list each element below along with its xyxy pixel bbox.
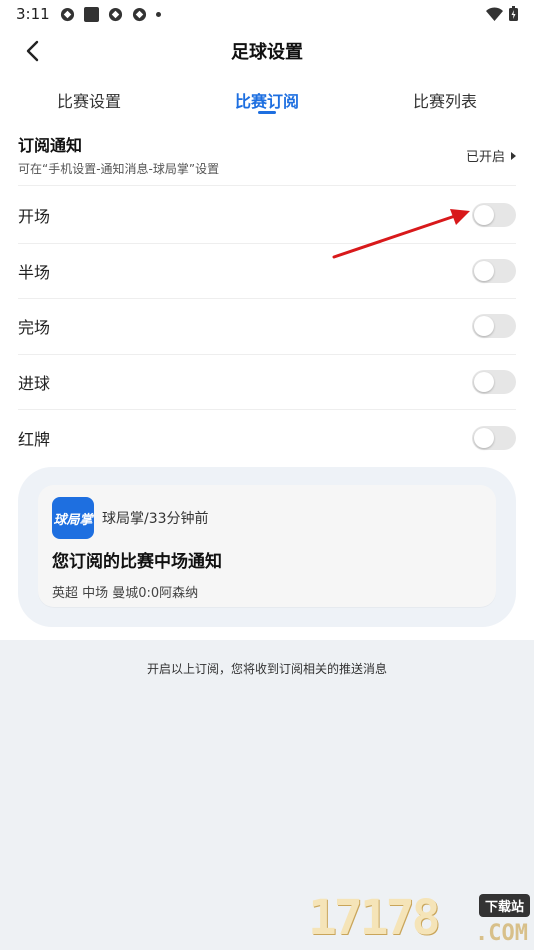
event-row-kickoff: 开场 — [18, 188, 516, 244]
event-toggle-list: 开场 半场 完场 进球 红牌 — [18, 188, 516, 466]
event-label: 半场 — [18, 262, 51, 282]
page-title: 足球设置 — [231, 42, 303, 63]
tab-bar: 比赛设置 比赛订阅 比赛列表 — [0, 80, 534, 120]
toggle-knob — [474, 316, 494, 337]
status-bar: 3:11 — [0, 0, 534, 28]
red-card-toggle[interactable] — [472, 426, 516, 451]
watermark-number: 17178 — [308, 890, 440, 946]
notification-app-icon — [108, 7, 122, 21]
wifi-icon — [486, 6, 503, 21]
battery-icon — [509, 6, 518, 21]
subscription-title: 订阅通知 — [18, 136, 83, 155]
toggle-knob — [474, 372, 494, 393]
notification-app-icon — [60, 7, 74, 21]
notification-body: 英超 中场 曼城0:0阿森纳 — [52, 586, 199, 601]
more-notifications-dot — [155, 11, 161, 17]
tab-match-subscription[interactable]: 比赛订阅 — [178, 80, 356, 120]
toggle-knob — [474, 428, 494, 449]
toggle-knob — [474, 205, 494, 226]
top-nav-bar: 足球设置 — [0, 28, 534, 74]
goal-toggle[interactable] — [472, 370, 516, 395]
event-label: 红牌 — [18, 430, 51, 450]
notification-app-icon — [132, 7, 146, 21]
notification-meta: 球局掌/33分钟前 — [102, 511, 209, 527]
notification-preview-frame: 球局掌 球局掌/33分钟前 您订阅的比赛中场通知 英超 中场 曼城0:0阿森纳 — [18, 467, 516, 627]
status-notification-icons — [60, 6, 161, 22]
kickoff-toggle[interactable] — [472, 203, 516, 228]
notification-preview-card: 球局掌 球局掌/33分钟前 您订阅的比赛中场通知 英超 中场 曼城0:0阿森纳 — [38, 485, 496, 607]
subscription-status-text: 已开启 — [465, 150, 505, 165]
footer-note: 开启以上订阅，您将收到订阅相关的推送消息 — [146, 662, 387, 676]
halftime-toggle[interactable] — [472, 258, 516, 283]
event-row-fulltime: 完场 — [18, 299, 516, 355]
tab-match-settings[interactable]: 比赛设置 — [0, 80, 178, 120]
tab-match-list[interactable]: 比赛列表 — [356, 80, 534, 120]
event-label: 进球 — [18, 374, 51, 394]
event-row-goal: 进球 — [18, 355, 516, 411]
app-logo-icon: 球局掌 — [52, 497, 94, 539]
subscription-notification-row[interactable]: 订阅通知 可在“手机设置-通知消息-球局掌”设置 已开启 — [18, 132, 516, 186]
notification-header: 球局掌 球局掌/33分钟前 — [52, 497, 482, 539]
event-label: 完场 — [18, 318, 51, 338]
status-time: 3:11 — [16, 5, 50, 23]
back-arrow-icon[interactable] — [20, 38, 46, 64]
event-label: 开场 — [18, 207, 51, 227]
subscription-description: 可在“手机设置-通知消息-球局掌”设置 — [18, 162, 220, 176]
subscription-status-link[interactable]: 已开启 — [466, 146, 516, 165]
chevron-right-icon — [511, 151, 516, 160]
fulltime-toggle[interactable] — [472, 314, 516, 339]
toggle-knob — [474, 260, 494, 281]
watermark-badge: 下载站 — [478, 894, 530, 917]
notification-title: 您订阅的比赛中场通知 — [52, 552, 222, 572]
watermark-suffix: .COM — [475, 921, 528, 946]
watermark-logo: 17178 下载站 .COM — [308, 890, 530, 948]
event-row-halftime: 半场 — [18, 244, 516, 300]
notification-square-icon — [83, 6, 99, 22]
event-row-red-card: 红牌 — [18, 410, 516, 466]
